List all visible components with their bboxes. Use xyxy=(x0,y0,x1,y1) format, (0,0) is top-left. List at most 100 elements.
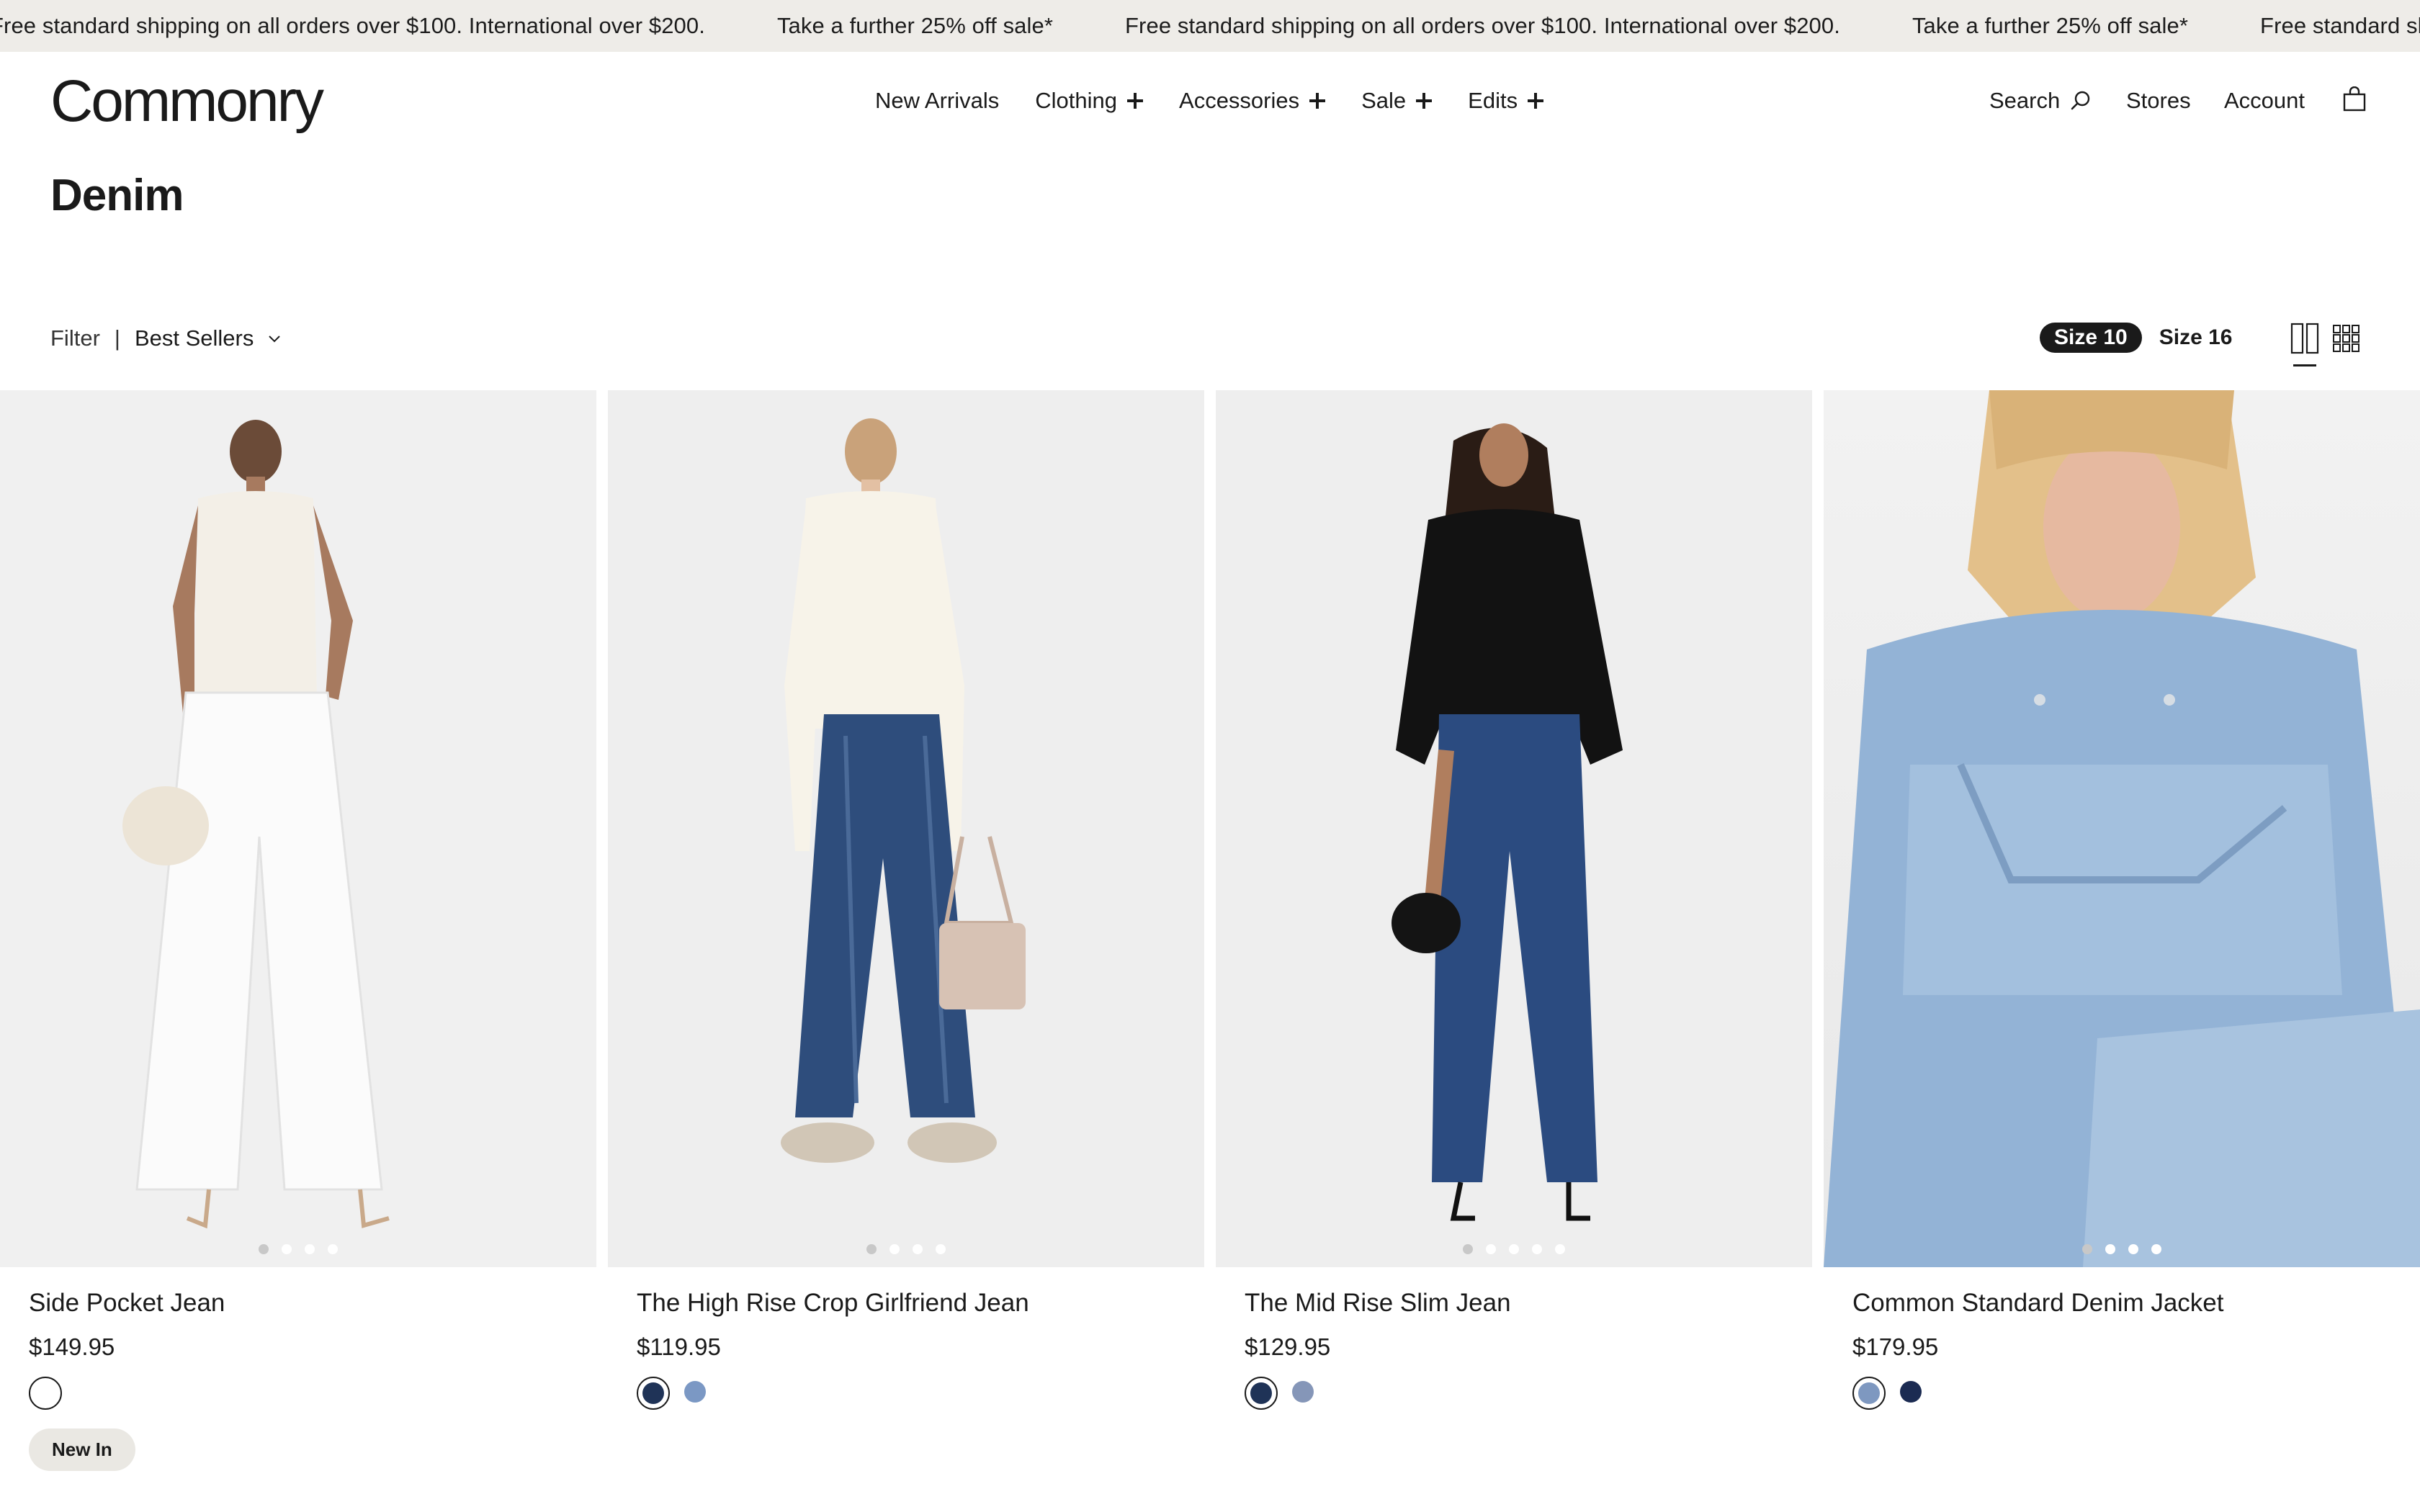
toolbar-divider: | xyxy=(114,325,120,351)
nav-item-label: Clothing xyxy=(1035,88,1118,113)
carousel-dot[interactable] xyxy=(889,1244,900,1254)
carousel-dot[interactable] xyxy=(936,1244,946,1254)
nav-item-edits[interactable]: Edits xyxy=(1468,88,1544,114)
product-info: The High Rise Crop Girlfriend Jean $119.… xyxy=(608,1267,1204,1410)
carousel-dot[interactable] xyxy=(2151,1244,2161,1254)
nav-item-new-arrivals[interactable]: New Arrivals xyxy=(875,88,999,114)
search-label: Search xyxy=(1989,88,2061,113)
product-image[interactable] xyxy=(0,390,596,1267)
nav-item-label: New Arrivals xyxy=(875,88,1000,113)
carousel-dot[interactable] xyxy=(282,1244,292,1254)
announcement-text: Free standard shipping on all orders ove… xyxy=(2260,13,2420,38)
carousel-dot[interactable] xyxy=(2105,1244,2115,1254)
product-info: The Mid Rise Slim Jean $129.95 xyxy=(1216,1267,1812,1410)
product-name[interactable]: The Mid Rise Slim Jean xyxy=(1245,1289,1783,1318)
search-button[interactable]: Search xyxy=(1989,88,2092,114)
model-white-wide-leg-jean-image xyxy=(122,420,390,1229)
carousel-dot[interactable] xyxy=(2082,1244,2092,1254)
announcement-text: Free standard shipping on all orders ove… xyxy=(0,13,705,38)
product-name[interactable]: Common Standard Denim Jacket xyxy=(1852,1289,2391,1318)
carousel-dot[interactable] xyxy=(866,1244,877,1254)
color-swatch[interactable] xyxy=(29,1377,62,1410)
product-price: $179.95 xyxy=(1852,1333,1939,1360)
product-card[interactable]: Side Pocket Jean $149.95 New In xyxy=(0,390,596,1471)
nav-item-label: Sale xyxy=(1361,88,1407,113)
carousel-dot[interactable] xyxy=(1509,1244,1519,1254)
swatch-fill xyxy=(642,1382,664,1404)
swatch-fill xyxy=(1250,1382,1272,1404)
announcement-track: Free standard shipping on all orders ove… xyxy=(0,0,2420,52)
color-swatch[interactable] xyxy=(1245,1377,1278,1410)
product-price: $129.95 xyxy=(1245,1333,1331,1360)
main-nav: New Arrivals Clothing Accessories Sale E… xyxy=(875,88,1579,114)
chevron-down-icon xyxy=(269,336,281,343)
swatch-fill xyxy=(35,1383,58,1406)
filter-button[interactable]: Filter xyxy=(50,325,100,351)
page-title: Denim xyxy=(50,171,184,220)
plus-icon xyxy=(1416,93,1433,109)
four-column-view-button[interactable] xyxy=(2332,323,2361,358)
product-grid: Side Pocket Jean $149.95 New In The High… xyxy=(0,390,2420,1471)
swatch-fill xyxy=(1858,1382,1880,1404)
size-chip-16[interactable]: Size 16 xyxy=(2145,323,2247,353)
announcement-text: Take a further 25% off sale* xyxy=(1912,13,2189,38)
product-name[interactable]: The High Rise Crop Girlfriend Jean xyxy=(637,1289,1175,1318)
plus-icon xyxy=(1528,93,1544,109)
image-carousel-dots xyxy=(0,1244,596,1254)
announcement-text: Take a further 25% off sale* xyxy=(776,13,1054,38)
color-swatch[interactable] xyxy=(1852,1377,1886,1410)
carousel-dot[interactable] xyxy=(259,1244,269,1254)
carousel-dot[interactable] xyxy=(1555,1244,1565,1254)
shopping-bag-button[interactable] xyxy=(2342,86,2367,112)
brand-logo[interactable]: Commonry xyxy=(50,68,324,135)
image-carousel-dots xyxy=(1824,1244,2420,1254)
product-name[interactable]: Side Pocket Jean xyxy=(29,1289,568,1318)
color-swatch[interactable] xyxy=(1288,1377,1321,1410)
four-column-grid-icon xyxy=(2333,325,2360,352)
model-girlfriend-jean-image xyxy=(781,418,1026,1163)
product-price: $149.95 xyxy=(29,1333,115,1360)
color-swatches xyxy=(637,1377,1175,1410)
size-chip-10[interactable]: Size 10 xyxy=(2040,323,2142,353)
color-swatches xyxy=(1852,1377,2391,1410)
product-card[interactable]: Common Standard Denim Jacket $179.95 xyxy=(1824,390,2420,1471)
image-carousel-dots xyxy=(608,1244,1204,1254)
color-swatches xyxy=(29,1377,568,1410)
sort-label: Best Sellers xyxy=(134,325,254,351)
color-swatch[interactable] xyxy=(1896,1377,1929,1410)
carousel-dot[interactable] xyxy=(2128,1244,2138,1254)
product-image[interactable] xyxy=(608,390,1204,1267)
carousel-dot[interactable] xyxy=(913,1244,923,1254)
plus-icon xyxy=(1127,93,1144,109)
nav-item-clothing[interactable]: Clothing xyxy=(1035,88,1144,114)
two-column-view-button[interactable] xyxy=(2290,323,2319,366)
nav-item-accessories[interactable]: Accessories xyxy=(1179,88,1326,114)
product-image[interactable] xyxy=(1824,390,2420,1267)
color-swatch[interactable] xyxy=(680,1377,713,1410)
stores-link[interactable]: Stores xyxy=(2126,88,2191,114)
carousel-dot[interactable] xyxy=(1532,1244,1542,1254)
product-card[interactable]: The Mid Rise Slim Jean $129.95 xyxy=(1216,390,1812,1471)
shopping-bag-icon xyxy=(2343,86,2366,112)
nav-item-label: Edits xyxy=(1468,88,1518,113)
product-image[interactable] xyxy=(1216,390,1812,1267)
filter-sort-bar: Filter | Best Sellers xyxy=(50,325,282,351)
account-link[interactable]: Account xyxy=(2224,88,2305,114)
model-denim-jacket-image xyxy=(1824,390,2420,1267)
carousel-dot[interactable] xyxy=(305,1244,315,1254)
color-swatch[interactable] xyxy=(637,1377,670,1410)
product-card[interactable]: The High Rise Crop Girlfriend Jean $119.… xyxy=(608,390,1204,1471)
search-icon xyxy=(2071,91,2090,110)
announcement-bar: Free standard shipping on all orders ove… xyxy=(0,0,2420,52)
carousel-dot[interactable] xyxy=(328,1244,338,1254)
carousel-dot[interactable] xyxy=(1463,1244,1473,1254)
plus-icon xyxy=(1309,93,1326,109)
carousel-dot[interactable] xyxy=(1486,1244,1496,1254)
color-swatches xyxy=(1245,1377,1783,1410)
site-header: Commonry New Arrivals Clothing Accessori… xyxy=(0,52,2420,153)
sort-dropdown[interactable]: Best Sellers xyxy=(135,325,282,351)
nav-item-sale[interactable]: Sale xyxy=(1361,88,1433,114)
swatch-fill xyxy=(684,1381,706,1403)
model-slim-jean-image xyxy=(1392,423,1623,1221)
size-filter-chips: Size 10 Size 16 xyxy=(2040,323,2246,353)
